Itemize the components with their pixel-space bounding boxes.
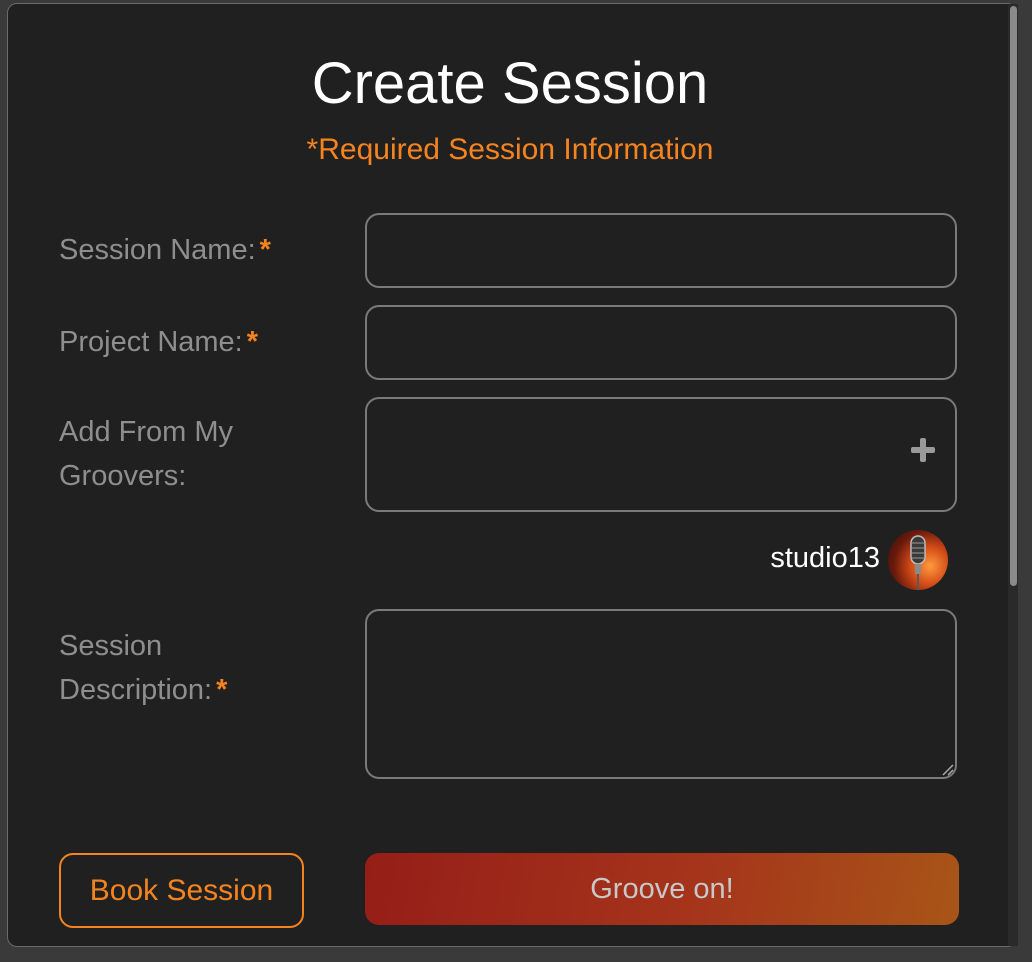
resize-grip-icon[interactable] [940,762,954,776]
groovers-input[interactable] [365,397,957,512]
description-label: Session Description: * [59,624,227,712]
microphone-avatar [888,530,948,590]
create-session-modal: Create Session *Required Session Informa… [7,3,1017,947]
microphone-icon [910,535,926,590]
project-name-label: Project Name: * [59,320,258,364]
description-label-line1: Session [59,630,163,662]
description-label-line2: Description: [59,674,213,706]
session-description-textarea[interactable] [365,609,957,779]
book-session-button[interactable]: Book Session [59,853,304,928]
project-name-input[interactable] [365,305,957,380]
modal-title: Create Session [311,51,709,116]
required-asterisk: * [246,326,259,358]
groove-on-submit-button[interactable]: Groove on! [365,853,959,925]
scrollbar-thumb[interactable] [1010,6,1017,586]
required-asterisk: * [259,234,271,266]
groovers-label: Add From My Groovers: [59,410,233,498]
session-name-input[interactable] [365,213,957,288]
session-name-label: Session Name: * [59,228,271,272]
project-name-label-text: Project Name: [59,326,243,358]
groovers-label-line2: Groovers: [59,460,187,492]
session-name-label-text: Session Name: [59,234,256,266]
required-info-note: *Required Session Information [306,133,714,166]
groover-name: studio13 [770,542,880,574]
selected-groover-chip[interactable]: studio13 [708,530,948,590]
plus-icon[interactable] [909,436,937,464]
required-asterisk: * [216,674,228,706]
groovers-label-line1: Add From My [59,416,234,448]
